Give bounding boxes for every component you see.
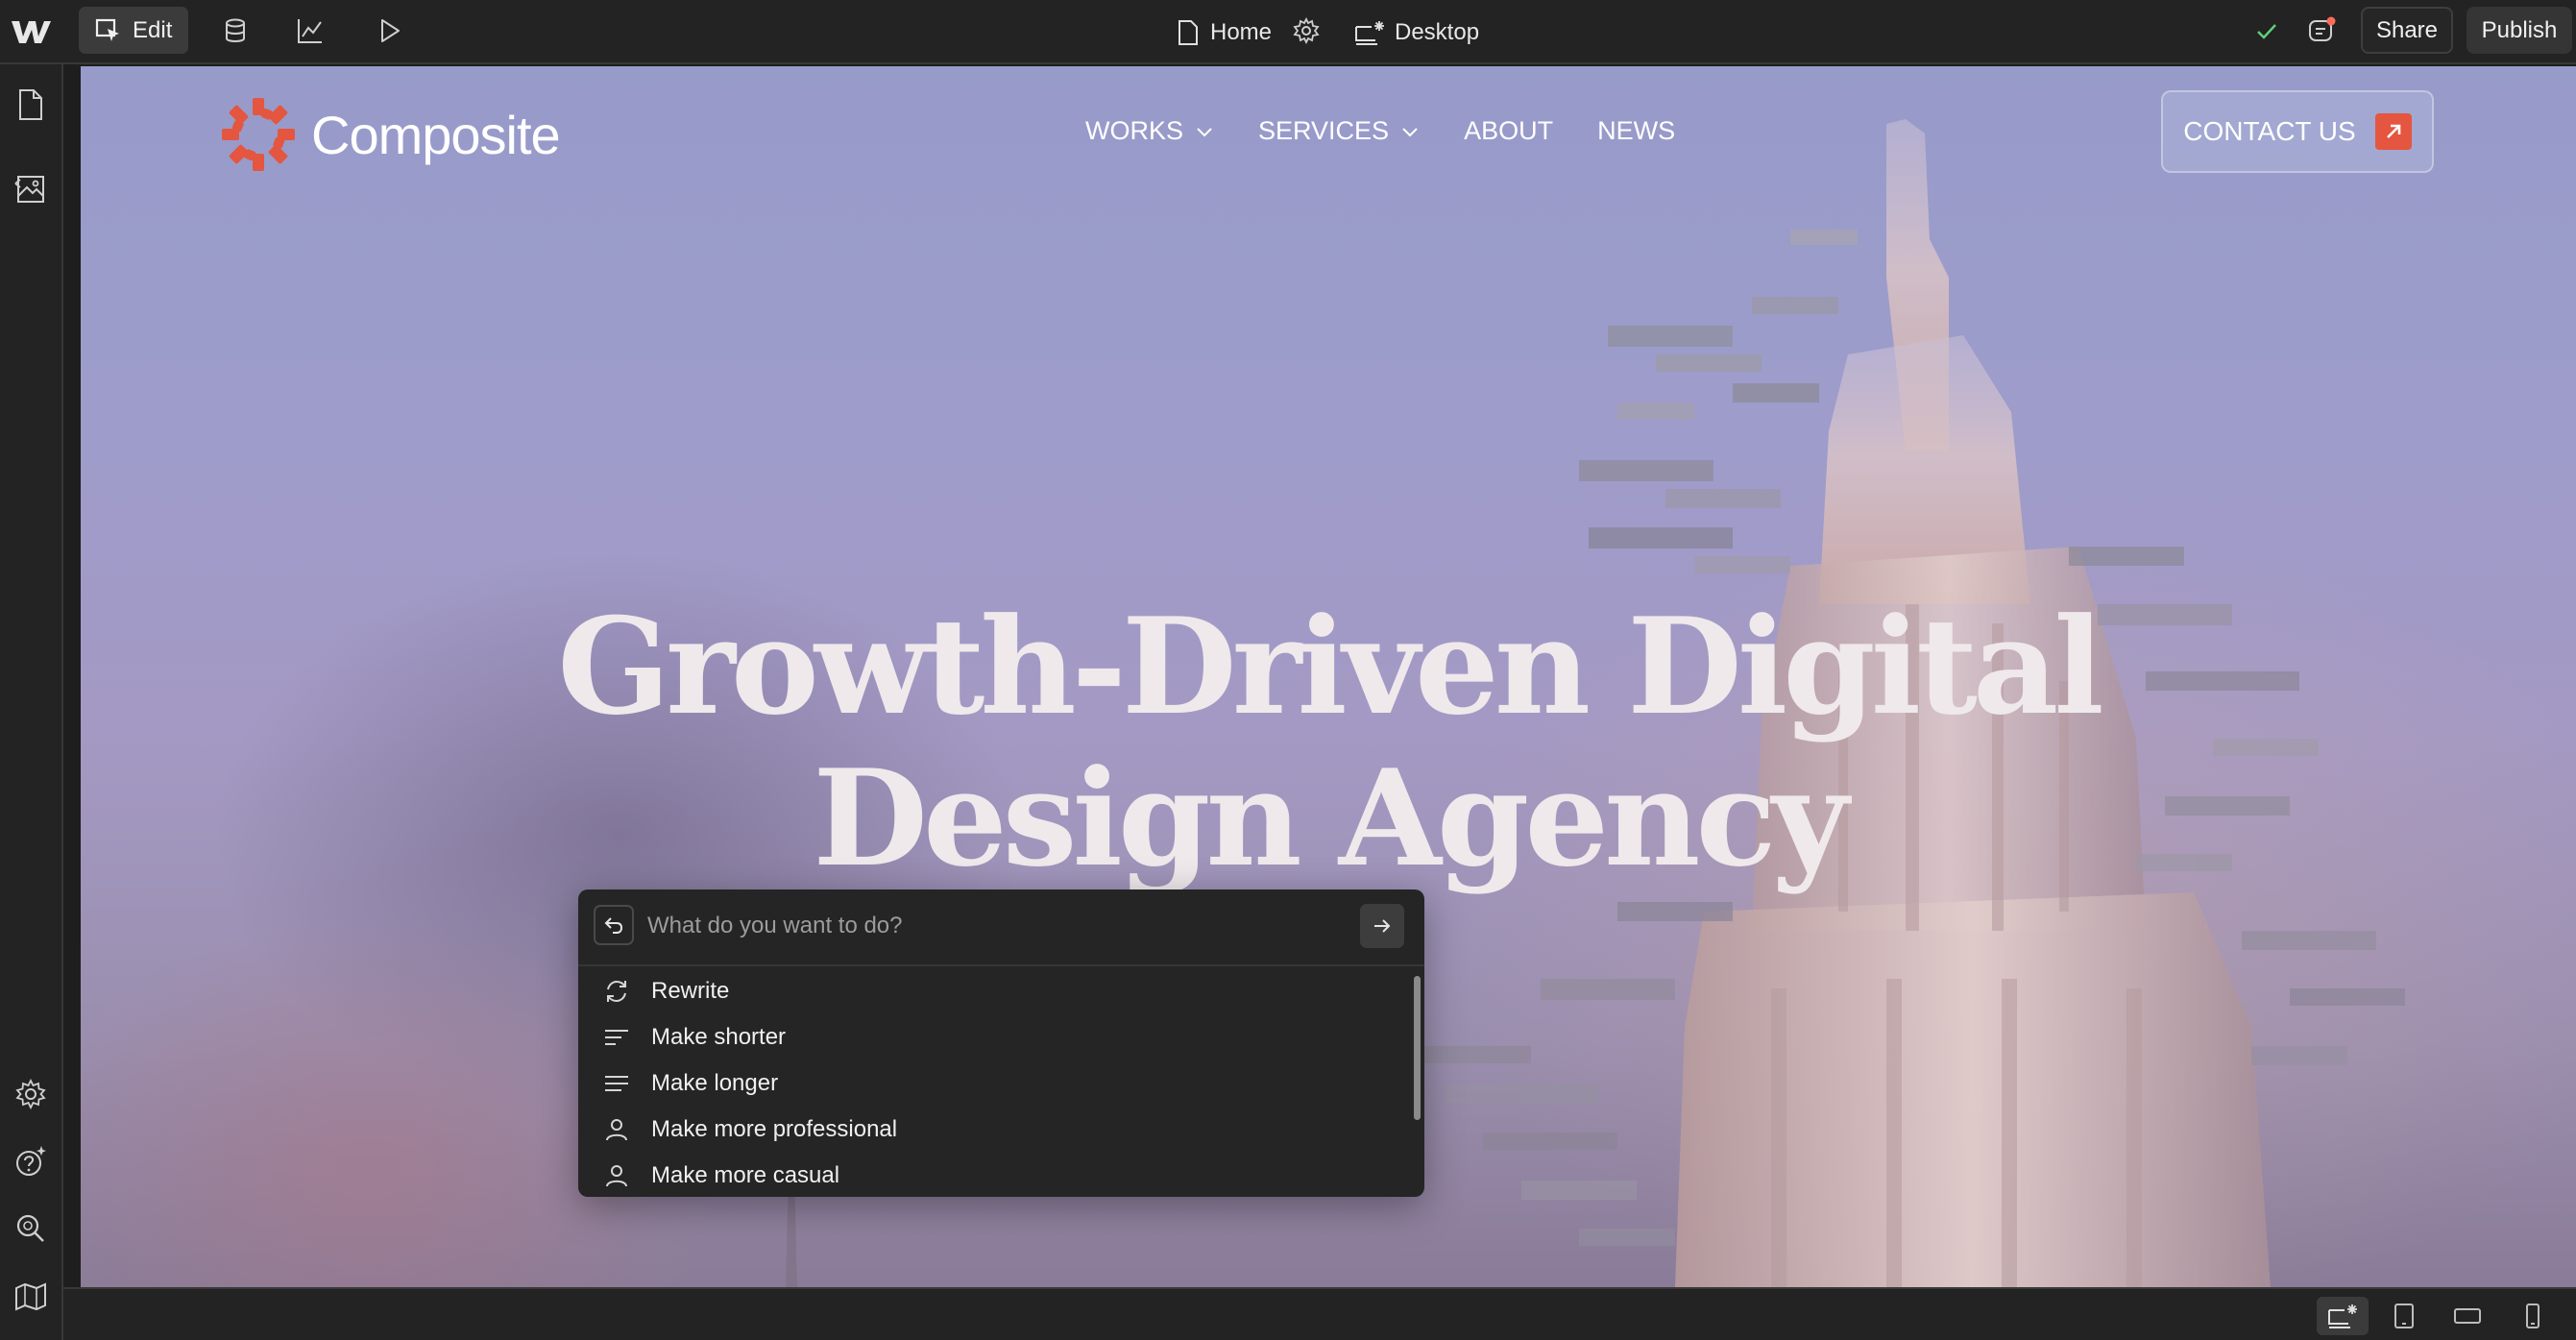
assets-image-icon[interactable] [13, 172, 48, 207]
ai-action-make-longer[interactable]: Make longer [578, 1060, 1410, 1107]
cursor-select-icon [94, 17, 121, 44]
desktop-breakpoint-icon[interactable] [2317, 1297, 2369, 1335]
undo-arrow-icon[interactable] [594, 905, 634, 945]
arrow-up-right-icon [2374, 113, 2412, 150]
top-toolbar: Edit Home Desktop Share Publish [0, 0, 2576, 64]
editor-mode-map-icon[interactable] [13, 1279, 48, 1313]
nav-item-label: ABOUT [1464, 116, 1554, 145]
ai-prompt-input[interactable] [647, 903, 1320, 949]
play-preview-icon[interactable] [375, 16, 403, 45]
comments-notification-icon[interactable] [2307, 15, 2336, 44]
mobile-landscape-breakpoint-icon[interactable] [2442, 1297, 2493, 1335]
ai-action-label: Rewrite [651, 978, 730, 1004]
edit-mode-button[interactable]: Edit [79, 7, 188, 54]
text-lines-short-icon [601, 1022, 632, 1053]
ai-list-scrollbar[interactable] [1410, 968, 1424, 1197]
mobile-portrait-breakpoint-icon[interactable] [2507, 1297, 2559, 1335]
chevron-down-icon [1195, 125, 1214, 138]
site-logo-text: Composite [311, 104, 561, 165]
ai-action-rewrite[interactable]: Rewrite [578, 968, 1410, 1014]
ai-action-label: Make more casual [651, 1162, 840, 1188]
tablet-breakpoint-icon[interactable] [2378, 1297, 2430, 1335]
site-logo[interactable]: Composite [219, 95, 561, 174]
page-file-icon [1178, 19, 1199, 46]
nav-item-label: WORKS [1085, 116, 1184, 145]
refresh-icon [601, 976, 632, 1007]
text-lines-long-icon [601, 1068, 632, 1099]
pages-icon[interactable] [13, 87, 48, 122]
settings-gear-icon[interactable] [13, 1077, 48, 1111]
help-sparkle-icon[interactable] [13, 1144, 48, 1179]
bottom-breakpoint-bar [63, 1287, 2576, 1340]
webflow-logo-icon[interactable] [10, 17, 52, 46]
nav-item-news[interactable]: NEWS [1597, 116, 1675, 146]
design-canvas[interactable]: Composite WORKS SERVICES ABOUT NEWS CONT… [81, 66, 2576, 1287]
breakpoint-label: Desktop [1395, 18, 1480, 45]
contact-us-label: CONTACT US [2183, 116, 2356, 146]
left-sidebar [0, 64, 63, 1340]
ai-actions-list: Rewrite Make shorter Make longer Make mo… [578, 968, 1410, 1197]
nav-item-services[interactable]: SERVICES [1258, 116, 1420, 146]
nav-item-label: SERVICES [1258, 116, 1390, 145]
hero-heading-line-1: Growth-Driven Digital [557, 588, 2104, 744]
ai-action-make-shorter[interactable]: Make shorter [578, 1014, 1410, 1060]
nav-item-works[interactable]: WORKS [1085, 116, 1214, 146]
edit-mode-label: Edit [133, 16, 173, 43]
ai-assistant-popup: Rewrite Make shorter Make longer Make mo… [578, 889, 1424, 1197]
scrollbar-thumb[interactable] [1414, 976, 1421, 1120]
share-button[interactable]: Share [2361, 7, 2453, 54]
nav-item-about[interactable]: ABOUT [1464, 116, 1553, 146]
search-icon[interactable] [13, 1211, 48, 1246]
publish-button[interactable]: Publish [2467, 7, 2572, 54]
database-icon[interactable] [221, 16, 250, 45]
breakpoint-selector[interactable]: Desktop [1354, 0, 1479, 64]
person-icon [601, 1114, 632, 1145]
composite-logo-mark-icon [219, 95, 298, 174]
ai-action-make-more-professional[interactable]: Make more professional [578, 1107, 1410, 1153]
ai-action-label: Make more professional [651, 1116, 898, 1142]
ai-action-make-more-casual[interactable]: Make more casual [578, 1153, 1410, 1197]
site-navigation: WORKS SERVICES ABOUT NEWS [1085, 116, 1675, 146]
contact-us-button[interactable]: CONTACT US [2161, 90, 2434, 173]
send-arrow-icon[interactable] [1360, 904, 1404, 948]
hero-heading-line-2: Design Agency [813, 740, 1848, 896]
desktop-breakpoint-icon [1354, 19, 1385, 46]
nav-item-label: NEWS [1597, 116, 1676, 145]
ai-prompt-bar [578, 889, 1424, 966]
page-settings-gear-icon[interactable] [1293, 17, 1322, 46]
chevron-down-icon [1400, 125, 1420, 138]
hero-heading[interactable]: Growth-Driven Digital Design Agency [81, 591, 2576, 894]
person-icon [601, 1160, 632, 1191]
ai-action-label: Make longer [651, 1070, 779, 1096]
saved-check-icon [2253, 17, 2282, 46]
ai-action-label: Make shorter [651, 1024, 787, 1050]
analytics-chart-icon[interactable] [296, 16, 325, 45]
page-name: Home [1210, 18, 1273, 45]
page-selector[interactable]: Home [1178, 0, 1272, 64]
